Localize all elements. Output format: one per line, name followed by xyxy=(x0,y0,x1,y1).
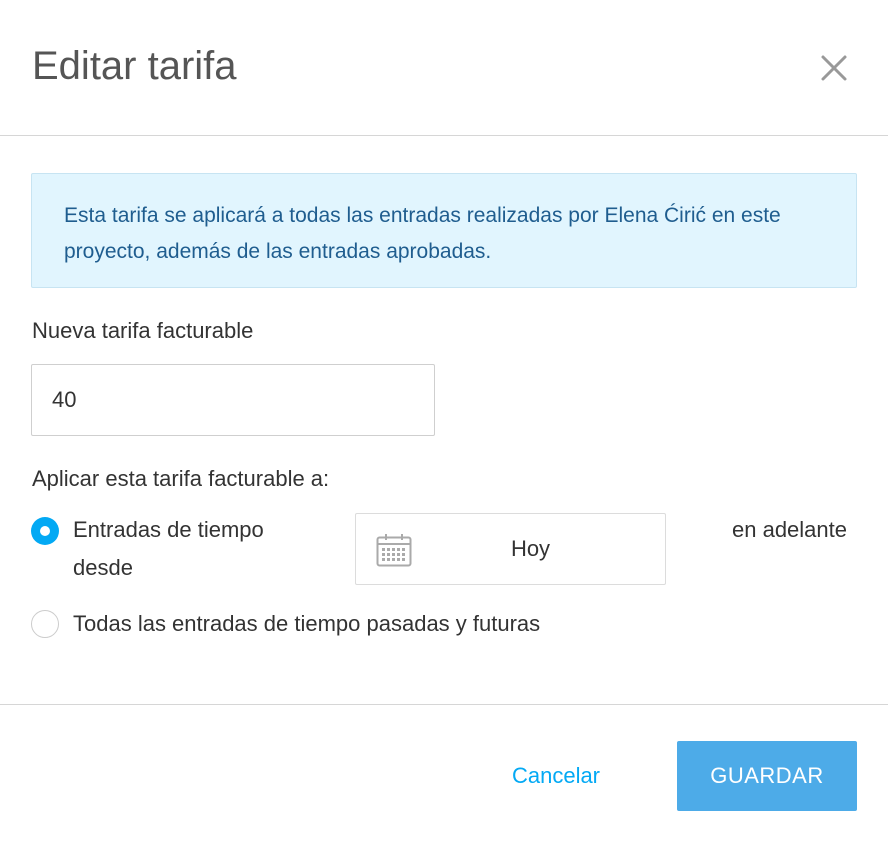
date-value: Hoy xyxy=(510,536,551,561)
close-icon xyxy=(821,55,847,81)
rate-input[interactable] xyxy=(31,364,435,436)
info-text: Esta tarifa se aplicará a todas las entr… xyxy=(64,204,781,263)
rate-label: Nueva tarifa facturable xyxy=(32,318,254,343)
option-all-entries-label[interactable]: Todas las entradas de tiempo pasadas y f… xyxy=(73,605,540,643)
dialog-title: Editar tarifa xyxy=(32,44,237,88)
radio-all-entries[interactable] xyxy=(31,610,59,638)
radio-selected-dot xyxy=(40,526,50,536)
date-picker[interactable]: Hoy xyxy=(355,513,666,585)
date-suffix-label: en adelante xyxy=(732,517,847,542)
apply-label: Aplicar esta tarifa facturable a: xyxy=(32,466,330,491)
dialog-header: Editar tarifa xyxy=(0,0,888,136)
radio-entries-since[interactable] xyxy=(31,517,59,545)
cancel-button[interactable]: Cancelar xyxy=(486,741,626,811)
info-alert: Esta tarifa se aplicará a todas las entr… xyxy=(31,173,857,288)
option-entries-since-label[interactable]: Entradas de tiempo desde xyxy=(73,511,323,587)
close-button[interactable] xyxy=(816,50,852,86)
save-button[interactable]: GUARDAR xyxy=(677,741,857,811)
